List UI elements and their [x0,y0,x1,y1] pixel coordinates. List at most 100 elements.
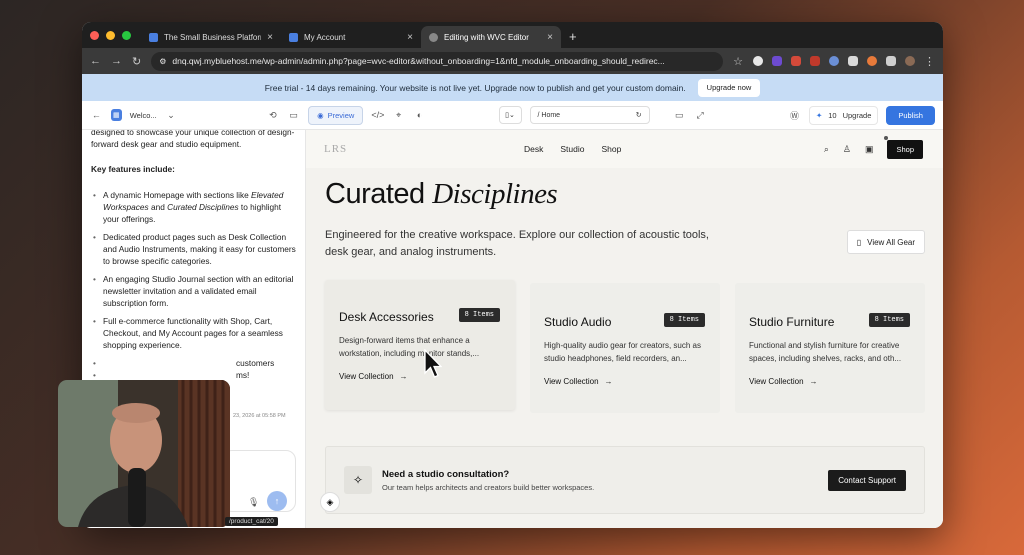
page-selector[interactable]: ▯⌄ [498,106,522,124]
list-item: An engaging Studio Journal section with … [91,273,296,309]
sparkle-icon: ✦ [815,110,823,120]
wordpress-icon[interactable]: Ⓦ [788,108,801,122]
extension-icon[interactable] [791,56,801,66]
page-path-field[interactable]: / Home ↻ [529,106,650,124]
window-controls [82,31,141,48]
chevron-down-icon[interactable]: ⌄ [165,108,178,122]
sidebar-toggle-icon[interactable]: ▭ [287,108,300,122]
back-icon[interactable]: ← [90,55,101,67]
minimize-window-button[interactable] [106,31,115,40]
publish-button[interactable]: Publish [886,105,935,125]
nav-link-studio[interactable]: Studio [560,144,584,154]
features-heading: Key features include: [91,164,175,174]
browser-tab[interactable]: The Small Business Platform × [141,26,281,48]
reload-icon[interactable]: ↻ [132,55,141,68]
refresh-icon[interactable]: ↻ [636,111,642,119]
site-icon: ▦ [110,109,122,121]
credits-count: 10 [828,110,837,120]
view-all-gear-button[interactable]: ▯ View All Gear [846,230,925,254]
maximize-window-button[interactable] [122,31,131,40]
puzzle-icon[interactable] [886,56,896,66]
webcam-overlay [58,380,230,527]
book-icon: ▯ [856,237,862,247]
page-path: / Home [537,111,561,119]
arrow-right-icon: → [809,377,818,386]
view-collection-link[interactable]: View Collection → [544,377,706,386]
heading-italic: Disciplines [432,178,558,210]
account-icon[interactable]: ♙ [843,144,851,155]
browser-tab[interactable]: My Account × [281,26,421,48]
link-label: View Collection [339,372,394,381]
cart-icon[interactable]: ▣ [865,144,874,155]
microphone-icon[interactable]: 🎙 [248,496,259,508]
list-item: customers [91,357,296,369]
site-selector[interactable]: Welco... [130,111,157,120]
search-icon[interactable]: ⌕ [824,144,829,155]
card-description: High-quality audio gear for creators, su… [544,341,701,363]
extension-icon[interactable] [772,56,782,66]
nav-link-shop[interactable]: Shop [601,144,621,154]
bookmark-star-icon[interactable]: ☆ [733,55,743,68]
pen-icon[interactable] [848,56,858,66]
desktop-icon[interactable]: ▭ [673,108,686,122]
browser-tab-active[interactable]: Editing with WVC Editor × [421,26,561,48]
profile-avatar[interactable] [905,56,915,66]
tab-favicon-icon [149,32,158,42]
feature-emphasis: Curated Disciplines [167,202,239,212]
tab-favicon-icon [429,32,438,42]
tab-favicon-icon [289,32,298,42]
nav-link-desk[interactable]: Desk [524,144,543,154]
url-text: dnq.qwj.mybluehost.me/wp-admin/admin.php… [172,56,665,66]
url-bar[interactable]: ⚙ dnq.qwj.mybluehost.me/wp-admin/admin.p… [151,51,724,71]
palette-icon[interactable]: ◐ [413,108,426,122]
mouse-cursor-icon [424,349,442,378]
new-tab-icon[interactable]: + [561,29,585,48]
code-icon[interactable]: </> [371,108,384,122]
extension-icon[interactable] [829,56,839,66]
select-cursor-icon[interactable]: ⌖ [392,108,405,122]
site-nav: Desk Studio Shop [524,144,621,154]
presenter-video [58,380,230,527]
extension-icon[interactable] [810,56,820,66]
view-collection-link[interactable]: View Collection → [749,377,911,386]
upgrade-now-button[interactable]: Upgrade now [697,78,761,97]
consult-subtitle: Our team helps architects and creators b… [382,482,595,492]
site-logo[interactable]: LRS [324,143,347,155]
tab-bar: The Small Business Platform × My Account… [82,22,943,48]
collection-card[interactable]: Studio Audio 8 Items High-quality audio … [530,283,720,413]
cart-indicator [884,136,888,140]
expand-icon[interactable]: ⤢ [694,108,707,122]
feature-text: and [148,202,168,212]
item-count-badge: 8 Items [868,313,910,327]
menu-icon[interactable]: ⋮ [924,55,935,68]
consult-title: Need a studio consultation? [382,468,510,480]
view-collection-link[interactable]: View Collection → [339,372,501,381]
site-info-icon[interactable]: ⚙ [159,57,166,66]
send-button[interactable]: ↑ [267,491,287,511]
arrow-right-icon: → [399,372,408,381]
close-window-button[interactable] [90,31,99,40]
chat-intro: designed to showcase your unique collect… [91,130,295,149]
history-icon[interactable]: ⟲ [267,108,280,122]
features-list: A dynamic Homepage with sections like El… [91,189,296,381]
extension-icon[interactable] [867,56,877,66]
layers-icon[interactable]: ◈ [320,492,340,512]
tab-label: The Small Business Platform [164,32,262,42]
feature-text: A dynamic Homepage with sections like [103,190,252,200]
shop-button[interactable]: Shop [887,139,923,159]
contact-support-button[interactable]: Contact Support [828,469,906,491]
tab-label: My Account [304,32,346,42]
collection-card[interactable]: Desk Accessories 8 Items Design-forward … [325,280,515,410]
link-label: View Collection [544,377,599,386]
forward-icon[interactable]: → [111,55,122,67]
close-icon[interactable]: × [547,32,553,43]
close-icon[interactable]: × [267,32,273,43]
credits-badge[interactable]: ✦ 10 Upgrade [808,105,879,125]
preview-button[interactable]: ◉ Preview [308,105,364,125]
close-icon[interactable]: × [407,32,413,43]
upgrade-link[interactable]: Upgrade [843,111,872,120]
extension-icon[interactable] [753,56,763,66]
collection-card[interactable]: Studio Furniture 8 Items Functional and … [735,283,925,413]
section-heading: Curated Disciplines [325,178,558,211]
back-arrow-icon[interactable]: ← [90,108,103,122]
